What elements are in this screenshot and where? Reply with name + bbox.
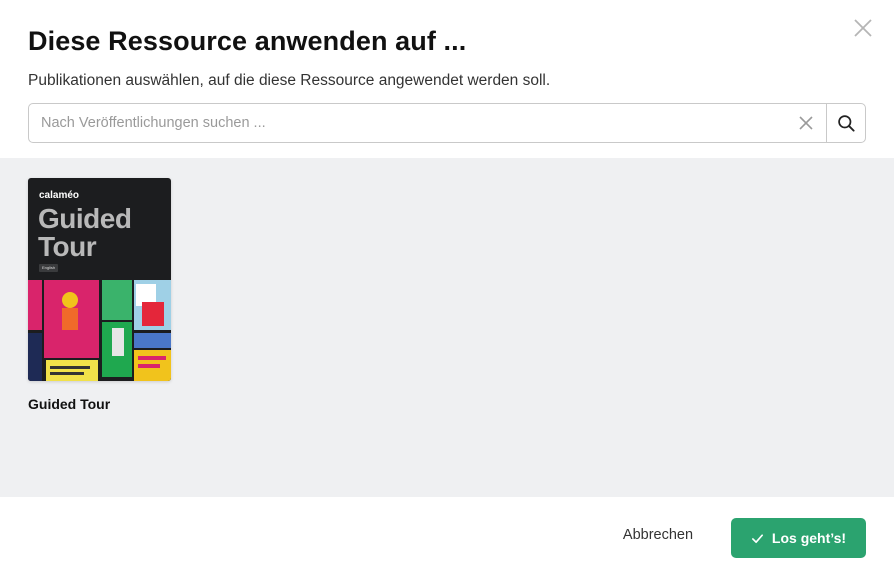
confirm-button-label: Los geht’s! — [771, 530, 847, 546]
publication-card[interactable]: calaméo Guided Tour English Guided Tour — [28, 178, 171, 412]
confirm-button[interactable]: Los geht’s! — [731, 518, 866, 558]
close-dialog-button[interactable] — [850, 15, 876, 41]
publication-cover[interactable]: calaméo Guided Tour English — [28, 178, 171, 381]
cover-collage-image — [28, 278, 171, 381]
close-icon — [854, 19, 872, 37]
apply-resource-dialog: Diese Ressource anwenden auf ... Publika… — [0, 0, 894, 580]
publication-list: calaméo Guided Tour English Guided Tour — [0, 158, 894, 497]
dialog-title: Diese Ressource anwenden auf ... — [28, 26, 467, 56]
cover-title-line2: Tour — [38, 231, 97, 262]
cover-brand-logo: calaméo — [39, 190, 80, 201]
cover-title-line1: Guided — [38, 203, 132, 234]
search-button[interactable] — [826, 104, 866, 142]
cover-language-badge: English — [39, 264, 59, 272]
close-icon — [799, 116, 813, 130]
publication-title[interactable]: Guided Tour — [28, 396, 171, 412]
clear-search-button[interactable] — [797, 114, 815, 132]
check-icon — [751, 533, 763, 543]
dialog-subtitle: Publikationen auswählen, auf die diese R… — [28, 72, 551, 89]
dialog-footer: Abbrechen Los geht’s! — [0, 497, 894, 580]
search-bar — [28, 103, 866, 143]
search-icon — [838, 114, 855, 132]
search-input[interactable] — [29, 104, 789, 142]
cancel-button[interactable]: Abbrechen — [612, 527, 704, 549]
